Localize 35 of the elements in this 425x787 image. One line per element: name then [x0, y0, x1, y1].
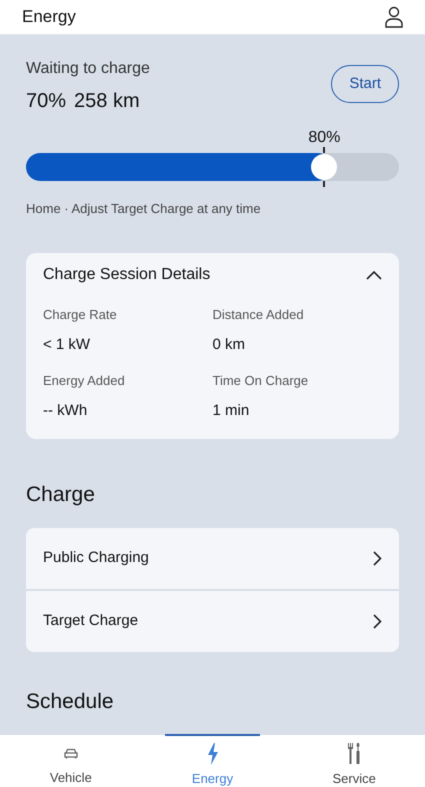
status-label: Waiting to charge — [26, 59, 150, 79]
nav-tab[interactable]: Vehicle — [0, 735, 142, 787]
nav-tab[interactable]: Energy — [142, 735, 284, 787]
stat-label: Charge Rate — [43, 306, 118, 324]
charge-slider[interactable] — [26, 153, 399, 181]
profile-icon[interactable] — [385, 6, 403, 28]
page-title: Energy — [22, 6, 76, 28]
stat-label: Time On Charge — [212, 372, 310, 390]
target-label: 80% — [308, 128, 340, 148]
stat-value: 1 min — [212, 401, 250, 421]
target-note: Home · Adjust Target Charge at any time — [26, 200, 262, 218]
charge-percent: 70% — [26, 89, 66, 114]
menu-row[interactable]: Target Charge — [26, 591, 399, 652]
start-button[interactable]: Start — [331, 65, 399, 103]
session-title: Charge Session Details — [43, 264, 210, 284]
collapse-icon[interactable] — [366, 270, 382, 280]
section-heading: Charge — [25, 482, 96, 508]
row-label: Public Charging — [43, 548, 149, 568]
slider-thumb[interactable] — [311, 154, 338, 180]
stat-value: 0 km — [212, 335, 246, 355]
chevron-icon — [373, 614, 382, 629]
session-header[interactable]: Charge Session Details — [26, 252, 399, 296]
car-icon — [64, 748, 78, 759]
bolt-icon — [206, 743, 218, 765]
menu-row[interactable]: Public Charging — [26, 528, 399, 589]
stat-value: < 1 kW — [43, 335, 92, 355]
row-label: Target Charge — [43, 611, 138, 632]
nav-tab[interactable]: Service — [283, 735, 425, 787]
range-value: 258 km — [74, 89, 140, 114]
stat-label: Energy Added — [43, 372, 126, 390]
stat-label: Distance Added — [212, 306, 305, 324]
section-heading: Schedule — [25, 689, 115, 715]
chevron-icon — [373, 551, 382, 566]
stat-value: -- kWh — [43, 401, 88, 421]
tools-icon — [347, 743, 362, 765]
